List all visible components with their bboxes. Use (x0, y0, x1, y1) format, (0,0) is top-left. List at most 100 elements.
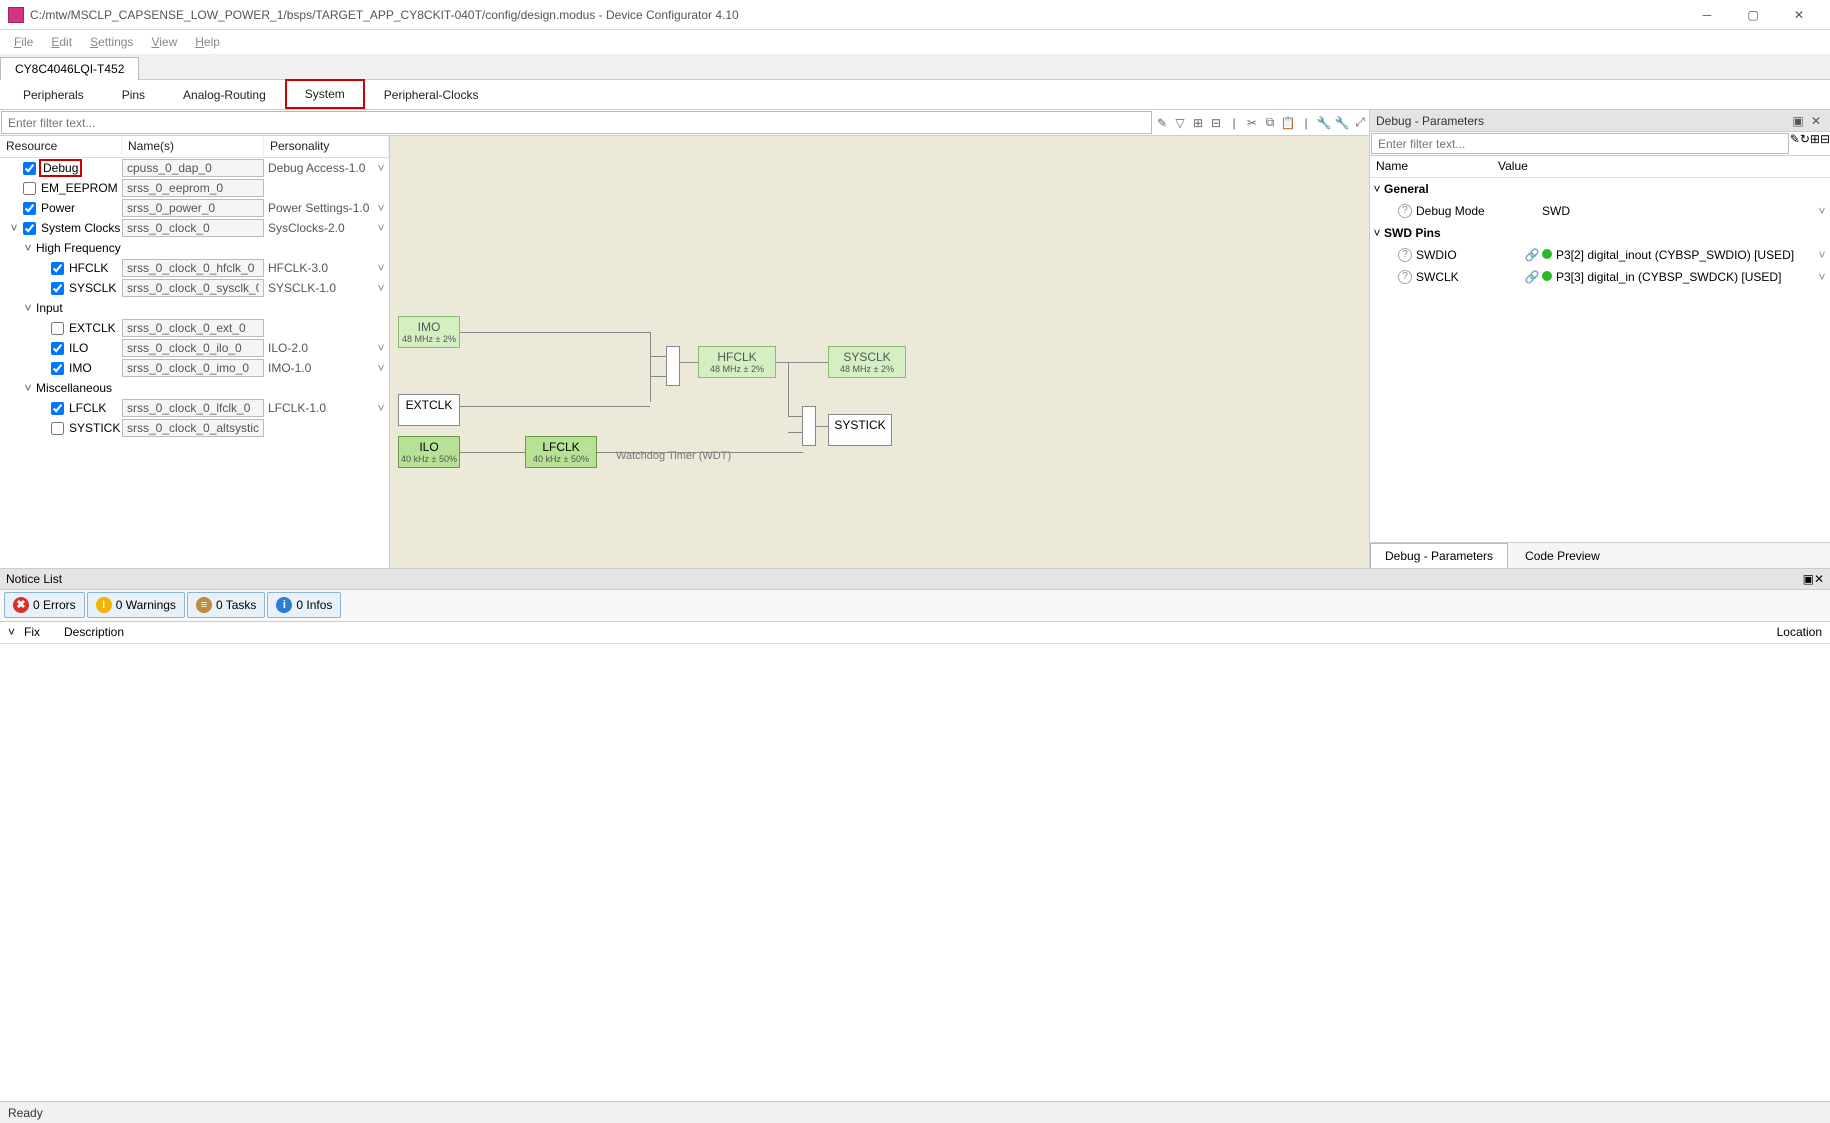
resource-checkbox[interactable] (23, 162, 36, 175)
twist-icon[interactable]: ˅ (22, 241, 34, 255)
resource-checkbox[interactable] (51, 282, 64, 295)
personality-dropdown-icon[interactable]: ˅ (373, 341, 389, 355)
right-body[interactable]: ˅General?Debug ModeSWD˅˅SWD Pins?SWDIO🔗P… (1370, 178, 1830, 542)
col-resource[interactable]: Resource (0, 136, 122, 157)
close-panel-icon[interactable]: ✕ (1808, 114, 1824, 128)
twist-icon[interactable]: ˅ (22, 301, 34, 315)
notice-filter-button[interactable]: i0 Infos (267, 592, 341, 618)
tab-code-preview[interactable]: Code Preview (1510, 543, 1615, 568)
expand-all-icon[interactable]: ⊞ (1189, 110, 1207, 135)
tree-row[interactable]: HFCLKHFCLK-3.0˅ (0, 258, 389, 278)
tree-row[interactable]: LFCLKLFCLK-1.0˅ (0, 398, 389, 418)
rp-collapse-icon[interactable]: ⊟ (1820, 132, 1830, 155)
personality-dropdown-icon[interactable]: ˅ (373, 261, 389, 275)
tab-system[interactable]: System (285, 79, 365, 109)
tool1-icon[interactable]: 🔧 (1315, 110, 1333, 135)
resource-checkbox[interactable] (51, 322, 64, 335)
notice-body[interactable] (0, 644, 1830, 1102)
link-icon[interactable]: 🔗 (1524, 270, 1540, 284)
notice-dock-icon[interactable]: ▣ (1803, 572, 1814, 586)
tree-row[interactable]: ˅High Frequency (0, 238, 389, 258)
menu-edit[interactable]: Edit (43, 33, 80, 51)
twist-icon[interactable]: ˅ (1370, 182, 1384, 196)
block-hfclk[interactable]: HFCLK 48 MHz ± 2% (698, 346, 776, 378)
param-row[interactable]: ?SWCLK🔗P3[3] digital_in (CYBSP_SWDCK) [U… (1370, 266, 1830, 288)
resource-name-input[interactable] (122, 359, 264, 377)
rp-expand-icon[interactable]: ⊞ (1810, 132, 1820, 155)
personality-dropdown-icon[interactable]: ˅ (373, 221, 389, 235)
copy-icon[interactable]: ⧉ (1261, 110, 1279, 135)
close-button[interactable]: ✕ (1776, 0, 1822, 30)
notice-close-icon[interactable]: ✕ (1814, 572, 1824, 586)
minimize-button[interactable]: ─ (1684, 0, 1730, 30)
menu-settings[interactable]: Settings (82, 33, 141, 51)
tab-pins[interactable]: Pins (103, 81, 164, 109)
param-group[interactable]: ˅SWD Pins (1370, 222, 1830, 244)
resource-name-input[interactable] (122, 159, 264, 177)
param-row[interactable]: ?SWDIO🔗P3[2] digital_inout (CYBSP_SWDIO)… (1370, 244, 1830, 266)
paste-icon[interactable]: 📋 (1279, 110, 1297, 135)
personality-dropdown-icon[interactable]: ˅ (373, 201, 389, 215)
chevron-down-icon[interactable]: ˅ (1814, 270, 1830, 284)
resource-checkbox[interactable] (23, 182, 36, 195)
resource-name-input[interactable] (122, 219, 264, 237)
tree-row[interactable]: SYSTICK (0, 418, 389, 438)
twist-icon[interactable]: ˅ (22, 381, 34, 395)
block-ilo[interactable]: ILO 40 kHz ± 50% (398, 436, 460, 468)
tree-row[interactable]: EM_EEPROM (0, 178, 389, 198)
help-icon[interactable]: ? (1398, 248, 1412, 262)
tree-row[interactable]: ILOILO-2.0˅ (0, 338, 389, 358)
tree-row[interactable]: ˅System ClocksSysClocks-2.0˅ (0, 218, 389, 238)
menu-view[interactable]: View (143, 33, 185, 51)
notice-filter-button[interactable]: ≡0 Tasks (187, 592, 265, 618)
resource-checkbox[interactable] (23, 222, 36, 235)
col-location[interactable]: Location (1750, 622, 1830, 643)
tool2-icon[interactable]: 🔧 (1333, 110, 1351, 135)
resource-checkbox[interactable] (51, 342, 64, 355)
resource-checkbox[interactable] (51, 422, 64, 435)
tree-row[interactable]: IMOIMO-1.0˅ (0, 358, 389, 378)
block-systick[interactable]: SYSTICK (828, 414, 892, 446)
clock-diagram[interactable]: IMO 48 MHz ± 2% EXTCLK ILO 40 kHz ± 50% … (390, 136, 1369, 568)
resource-name-input[interactable] (122, 399, 264, 417)
resource-name-input[interactable] (122, 259, 264, 277)
maximize-button[interactable]: ▢ (1730, 0, 1776, 30)
refresh-icon[interactable]: ↻ (1800, 132, 1810, 155)
col-description[interactable]: Description (56, 622, 1750, 643)
chevron-down-icon[interactable]: ˅ (1814, 248, 1830, 262)
resource-name-input[interactable] (122, 279, 264, 297)
personality-dropdown-icon[interactable]: ˅ (373, 281, 389, 295)
tab-debug-parameters[interactable]: Debug - Parameters (1370, 543, 1508, 568)
resource-checkbox[interactable] (51, 262, 64, 275)
clear-filter-icon[interactable]: ✎ (1153, 110, 1171, 135)
tree-row[interactable]: DebugDebug Access-1.0˅ (0, 158, 389, 178)
notice-filter-button[interactable]: ✖0 Errors (4, 592, 85, 618)
collapse-all-icon[interactable]: ⊟ (1207, 110, 1225, 135)
col-fix[interactable]: Fix (16, 622, 56, 643)
col-personality[interactable]: Personality (264, 136, 389, 157)
block-sysclk[interactable]: SYSCLK 48 MHz ± 2% (828, 346, 906, 378)
menu-help[interactable]: Help (187, 33, 228, 51)
tree-row[interactable]: EXTCLK (0, 318, 389, 338)
param-row[interactable]: ?Debug ModeSWD˅ (1370, 200, 1830, 222)
tree-row[interactable]: ˅Miscellaneous (0, 378, 389, 398)
tree-row[interactable]: SYSCLKSYSCLK-1.0˅ (0, 278, 389, 298)
dock-icon[interactable]: ▣ (1790, 114, 1806, 128)
block-extclk[interactable]: EXTCLK (398, 394, 460, 426)
personality-dropdown-icon[interactable]: ˅ (373, 361, 389, 375)
param-group[interactable]: ˅General (1370, 178, 1830, 200)
help-icon[interactable]: ? (1398, 204, 1412, 218)
col-param-value[interactable]: Value (1492, 156, 1830, 177)
chip-tab[interactable]: CY8C4046LQI-T452 (0, 57, 139, 80)
personality-dropdown-icon[interactable]: ˅ (373, 401, 389, 415)
chevron-down-icon[interactable]: ˅ (1814, 204, 1830, 218)
block-lfclk[interactable]: LFCLK 40 kHz ± 50% (525, 436, 597, 468)
help-icon[interactable]: ? (1398, 270, 1412, 284)
tab-analog-routing[interactable]: Analog-Routing (164, 81, 285, 109)
right-clear-icon[interactable]: ✎ (1790, 132, 1800, 155)
filter-input[interactable] (1, 111, 1152, 134)
filter-icon[interactable]: ▽ (1171, 110, 1189, 135)
personality-dropdown-icon[interactable]: ˅ (373, 161, 389, 175)
resource-name-input[interactable] (122, 319, 264, 337)
col-names[interactable]: Name(s) (122, 136, 264, 157)
